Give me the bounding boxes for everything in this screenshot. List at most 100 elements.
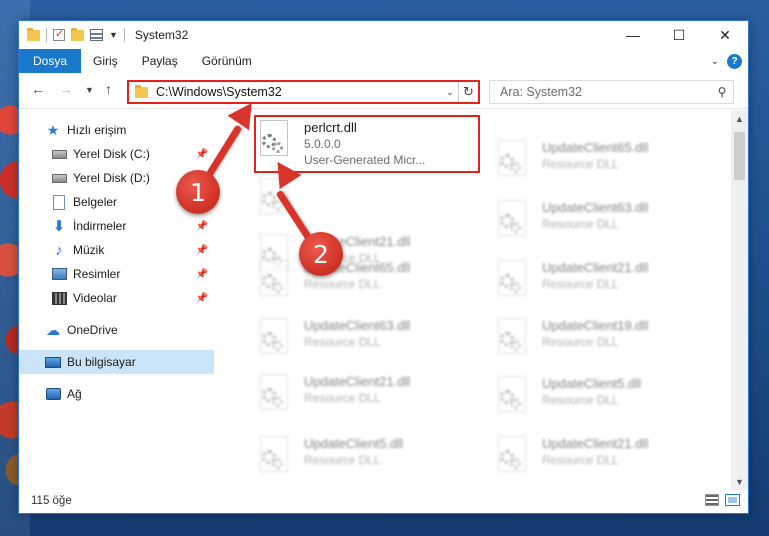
sidebar-item-videos[interactable]: Videolar 📌	[19, 286, 214, 310]
title-bar: ▼ System32 — ☐ ✕	[19, 21, 748, 49]
properties-check-icon[interactable]	[53, 27, 65, 41]
network-icon	[45, 386, 61, 402]
callout-badge-2: 2	[299, 232, 343, 276]
file-type: Resource DLL	[304, 335, 381, 349]
folder-icon	[135, 84, 148, 98]
navigation-pane: ★ Hızlı erişim Yerel Disk (C:) 📌 Yerel D…	[19, 110, 214, 490]
dll-file-icon	[256, 374, 292, 414]
address-path[interactable]: C:\Windows\System32	[156, 85, 442, 99]
quick-access-toolbar: ▼	[19, 27, 125, 42]
dll-file-icon	[494, 318, 530, 358]
sidebar-item-label: Müzik	[73, 243, 105, 257]
dll-file-icon	[494, 200, 530, 240]
file-item[interactable]: UpdateClient21.dll Resource DLL	[494, 256, 719, 312]
scroll-thumb[interactable]	[734, 132, 745, 180]
sidebar-item-label: Videolar	[73, 291, 117, 305]
sidebar-item-label: Bu bilgisayar	[67, 355, 136, 369]
pin-icon: 📌	[195, 268, 208, 280]
sidebar-item-onedrive[interactable]: ☁ OneDrive	[19, 318, 214, 342]
sidebar-item-disk-c[interactable]: Yerel Disk (C:) 📌	[19, 142, 214, 166]
toolbar-dropdown-icon[interactable]: ▼	[109, 30, 118, 40]
file-item[interactable]: UpdateClient65.dll Resource DLL	[494, 136, 719, 192]
sidebar-item-network[interactable]: Ağ	[19, 382, 214, 406]
minimize-button[interactable]: —	[610, 21, 656, 49]
tab-share[interactable]: Paylaş	[130, 49, 190, 73]
dll-file-icon	[494, 436, 530, 476]
forward-arrow-icon[interactable]: →	[59, 81, 73, 97]
maximize-button[interactable]: ☐	[656, 21, 702, 49]
item-count: 115 öğe	[31, 495, 72, 507]
ribbon-tabs: Dosya Giriş Paylaş Görünüm ⌄ ?	[19, 49, 748, 73]
new-folder-icon[interactable]	[71, 27, 84, 41]
file-name: UpdateClient21.dll	[304, 374, 411, 389]
file-name: UpdateClient5.dll	[304, 436, 404, 451]
dll-file-icon	[494, 140, 530, 180]
file-type: Resource DLL	[542, 277, 619, 291]
file-type: Resource DLL	[542, 453, 619, 467]
file-name: UpdateClient21.dll	[542, 260, 649, 275]
file-type: Resource DLL	[304, 277, 381, 291]
search-box[interactable]: ⚲	[489, 80, 734, 104]
recent-dropdown-icon[interactable]: ▼	[85, 85, 94, 95]
address-dropdown-icon[interactable]: ⌄	[442, 87, 458, 98]
file-type: Resource DLL	[542, 335, 619, 349]
file-type: Resource DLL	[304, 453, 381, 467]
tab-home[interactable]: Giriş	[81, 49, 130, 73]
file-item[interactable]: UpdateClient65.dll Resource DLL	[256, 256, 481, 312]
file-item[interactable]: UpdateClient5.dll Resource DLL	[494, 372, 719, 428]
details-view-icon[interactable]	[705, 494, 719, 506]
file-item[interactable]: UpdateClient21.dll Resource DLL	[494, 432, 719, 488]
customize-icon[interactable]	[90, 29, 103, 41]
file-item[interactable]: UpdateClient63.dll Resource DLL	[494, 196, 719, 252]
ribbon-right: ⌄ ?	[711, 49, 742, 73]
close-button[interactable]: ✕	[702, 21, 748, 49]
file-list: perlcrt.dll 5.0.0.0 User-Generated Micr.…	[232, 110, 732, 490]
vertical-scrollbar[interactable]: ▲ ▼	[731, 110, 748, 490]
tab-view[interactable]: Görünüm	[190, 49, 264, 73]
file-item[interactable]: UpdateClient21.dll Resource DLL	[256, 370, 481, 426]
scroll-up-icon[interactable]: ▲	[731, 110, 748, 127]
pin-icon: 📌	[195, 148, 208, 160]
file-name: UpdateClient63.dll	[304, 318, 411, 333]
divider	[46, 28, 47, 42]
file-name: UpdateClient21.dll	[542, 436, 649, 451]
sidebar-item-label: Resimler	[73, 267, 121, 281]
dll-file-icon	[256, 436, 292, 476]
sidebar-item-this-pc[interactable]: Bu bilgisayar	[19, 350, 214, 374]
sidebar-item-pictures[interactable]: Resimler 📌	[19, 262, 214, 286]
sidebar-item-label: OneDrive	[67, 323, 118, 337]
star-icon: ★	[46, 121, 60, 138]
tab-file[interactable]: Dosya	[19, 49, 82, 73]
sidebar-item-downloads[interactable]: ⬇ İndirmeler 📌	[19, 214, 214, 238]
window-controls: — ☐ ✕	[610, 21, 748, 49]
onedrive-icon: ☁	[46, 321, 60, 338]
folder-icon	[27, 27, 40, 41]
file-item[interactable]: UpdateClient19.dll Resource DLL	[494, 314, 719, 370]
search-icon[interactable]: ⚲	[711, 85, 733, 99]
sidebar-item-music[interactable]: ♪ Müzik 📌	[19, 238, 214, 262]
file-name: UpdateClient63.dll	[542, 200, 649, 215]
back-arrow-icon[interactable]: ←	[31, 81, 45, 97]
callout-badge-1: 1	[176, 170, 220, 214]
pin-icon: 📌	[195, 220, 208, 232]
tiles-view-icon[interactable]	[725, 494, 740, 506]
view-switcher	[705, 494, 740, 506]
sidebar-item-quick-access[interactable]: ★ Hızlı erişim	[19, 118, 214, 142]
sidebar-item-label: Yerel Disk (D:)	[73, 171, 150, 185]
file-item[interactable]: UpdateClient5.dll Resource DLL	[256, 432, 481, 488]
drive-icon	[51, 146, 67, 162]
help-icon[interactable]: ?	[727, 53, 742, 69]
address-bar[interactable]: C:\Windows\System32 ⌄ ↻	[127, 80, 480, 104]
window-title: System32	[134, 28, 189, 42]
file-item[interactable]: UpdateClient63.dll Resource DLL	[256, 314, 481, 370]
up-arrow-icon[interactable]: ↑	[105, 81, 112, 97]
scroll-down-icon[interactable]: ▼	[731, 473, 748, 490]
sidebar-item-label: Hızlı erişim	[67, 123, 127, 137]
file-name: UpdateClient65.dll	[542, 140, 649, 155]
documents-icon	[51, 194, 67, 210]
sidebar-item-label: Yerel Disk (C:)	[73, 147, 150, 161]
search-input[interactable]	[500, 85, 711, 99]
expand-ribbon-icon[interactable]: ⌄	[711, 56, 719, 67]
divider	[123, 28, 125, 42]
refresh-icon[interactable]: ↻	[458, 82, 478, 102]
